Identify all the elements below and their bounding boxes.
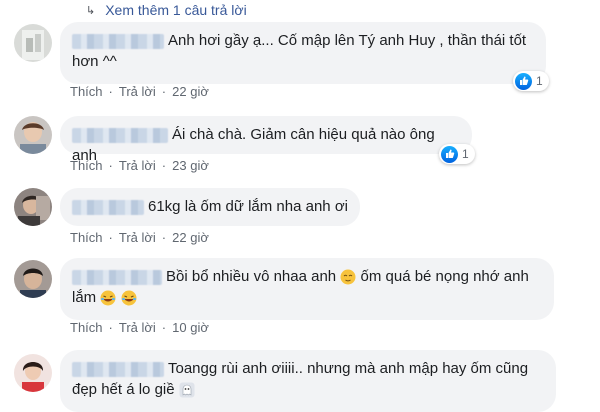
reaction-count-badge[interactable]: 1 <box>513 71 549 91</box>
like-link[interactable]: Thích <box>70 230 103 245</box>
reply-link[interactable]: Trả lời <box>119 84 156 99</box>
comment-text-cont: đẹp hết á lo giề <box>72 381 175 398</box>
comment-bubble: Ái chà chà. Giảm cân hiệu quả nào ông an… <box>60 116 472 164</box>
separator-dot: · <box>161 84 167 99</box>
avatar[interactable] <box>14 354 52 392</box>
blurred-name <box>72 33 164 49</box>
separator-dot: · <box>108 320 113 335</box>
comment-text-cont: hơn ^^ <box>72 53 117 70</box>
like-link[interactable]: Thích <box>70 320 103 335</box>
comment-bubble: 61kg là ốm dữ lắm nha anh ơi <box>60 188 360 226</box>
comment-actions: Thích · Trả lời · 22 giờ <box>70 84 209 99</box>
like-reaction-icon <box>441 145 458 163</box>
reply-arrow-icon: ↳ <box>86 4 96 17</box>
reaction-count-badge[interactable]: 1 <box>439 144 475 164</box>
comment-text: Bồi bổ nhiều vô nhaa anh <box>166 268 337 285</box>
blurred-name <box>72 127 168 143</box>
timestamp[interactable]: 10 giờ <box>172 320 209 335</box>
reaction-count: 1 <box>536 74 543 88</box>
avatar[interactable] <box>14 116 52 154</box>
comment-actions: Thích · Trả lời · 23 giờ <box>70 158 209 173</box>
like-link[interactable]: Thích <box>70 158 103 173</box>
relieved-face-emoji-icon <box>340 269 356 285</box>
comment-text: 61kg là ốm dữ lắm nha anh ơi <box>148 198 348 215</box>
comment-actions: Thích · Trả lời · 22 giờ <box>70 230 209 245</box>
avatar[interactable] <box>14 188 52 226</box>
comment-bubble: Toangg rùi anh ơiiii.. nhưng mà anh mập … <box>60 350 556 412</box>
reaction-count: 1 <box>462 147 469 161</box>
separator-dot: · <box>108 230 113 245</box>
separator-dot: · <box>108 158 113 173</box>
ghost-emoji-icon <box>179 382 195 398</box>
timestamp[interactable]: 22 giờ <box>172 230 209 245</box>
reply-link[interactable]: Trả lời <box>119 320 156 335</box>
separator-dot: · <box>108 84 113 99</box>
separator-dot: · <box>161 158 167 173</box>
comment-bubble: Bồi bổ nhiều vô nhaa anh ốm quá bé nọng … <box>60 258 554 320</box>
more-replies-label[interactable]: Xem thêm 1 câu trả lời <box>105 2 246 18</box>
comment-text: Anh hơi gầy ạ... Cố mập lên Tý anh Huy ,… <box>168 32 527 49</box>
separator-dot: · <box>161 230 167 245</box>
like-reaction-icon <box>515 72 532 90</box>
reply-link[interactable]: Trả lời <box>119 158 156 173</box>
blurred-name <box>72 361 164 377</box>
reply-link[interactable]: Trả lời <box>119 230 156 245</box>
comment-text-cont: ốm quá bé nọng nhớ anh <box>360 268 529 285</box>
separator-dot: · <box>161 320 167 335</box>
blurred-name <box>72 199 144 215</box>
like-link[interactable]: Thích <box>70 84 103 99</box>
timestamp[interactable]: 23 giờ <box>172 158 209 173</box>
avatar[interactable] <box>14 24 52 62</box>
blurred-name <box>72 269 162 285</box>
rofl-emoji-icon <box>121 290 137 306</box>
rofl-emoji-icon <box>100 290 116 306</box>
comment-actions: Thích · Trả lời · 10 giờ <box>70 320 209 335</box>
avatar[interactable] <box>14 260 52 298</box>
more-replies-link[interactable]: ↳ Xem thêm 1 câu trả lời <box>86 0 247 20</box>
comment-text: Toangg rùi anh ơiiii.. nhưng mà anh mập … <box>168 360 529 377</box>
comment-text-cont: lắm <box>72 289 97 306</box>
comment-bubble: Anh hơi gầy ạ... Cố mập lên Tý anh Huy ,… <box>60 22 546 84</box>
timestamp[interactable]: 22 giờ <box>172 84 209 99</box>
